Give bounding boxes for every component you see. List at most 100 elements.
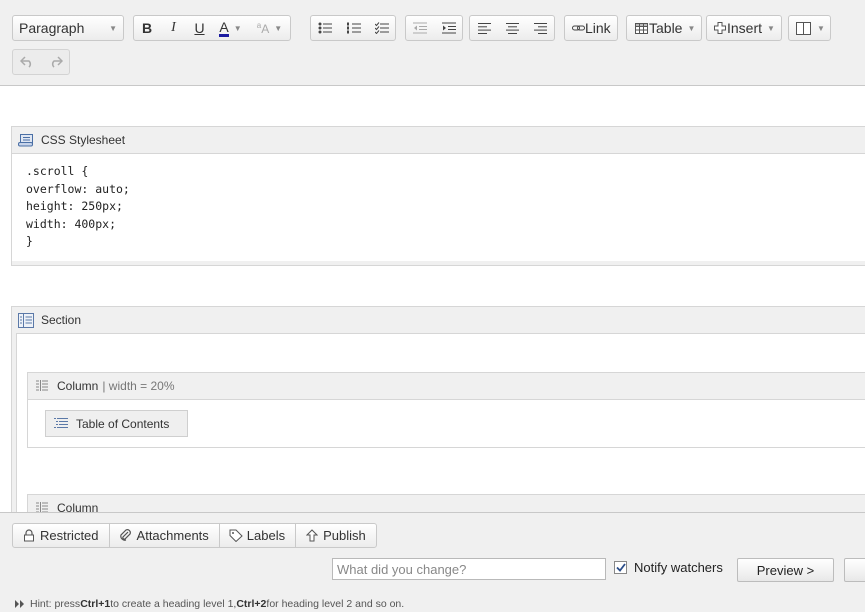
- scroll-icon: [17, 131, 35, 149]
- table-group: Table ▼: [626, 15, 703, 41]
- checkmark-icon: [615, 563, 626, 572]
- lock-icon: [21, 528, 37, 544]
- column-macro-1-title: Column: [57, 379, 99, 393]
- publish-tab[interactable]: Publish: [295, 524, 376, 547]
- numbered-list-button[interactable]: [339, 16, 367, 40]
- column-icon: [33, 377, 51, 395]
- page-layout-button[interactable]: ▼: [789, 16, 830, 40]
- align-right-button[interactable]: [526, 16, 554, 40]
- chevron-down-icon: ▼: [767, 23, 775, 33]
- preview-button[interactable]: Preview >: [737, 558, 834, 582]
- hint-prefix: Hint: press: [30, 598, 81, 610]
- hint-suffix: for heading level 2 and so on.: [266, 598, 405, 610]
- editor-footer: Restricted Attachments Labels Publish No…: [0, 512, 865, 612]
- chevron-down-icon: ▼: [109, 23, 117, 33]
- hint-key-2: Ctrl+2: [236, 598, 267, 610]
- table-button-label: Table: [649, 20, 683, 36]
- align-group: [469, 15, 555, 41]
- format-select[interactable]: Paragraph ▼: [12, 15, 124, 41]
- link-button[interactable]: Link: [565, 16, 617, 40]
- section-macro-header: Section: [12, 307, 865, 333]
- table-of-contents-title: Table of Contents: [76, 416, 170, 431]
- align-right-icon: [532, 19, 549, 37]
- link-group: Link: [564, 15, 618, 41]
- notify-watchers[interactable]: Notify watchers: [614, 560, 723, 575]
- bold-button[interactable]: B: [134, 16, 160, 40]
- table-of-contents-icon: [52, 415, 70, 433]
- paperclip-icon: [118, 528, 134, 544]
- publish-tab-label: Publish: [323, 528, 366, 543]
- redo-icon: [47, 53, 64, 71]
- bold-icon: B: [141, 20, 153, 36]
- attachments-tab[interactable]: Attachments: [108, 524, 219, 547]
- chevron-down-icon: ▼: [817, 23, 825, 33]
- align-left-button[interactable]: [470, 16, 498, 40]
- change-comment-input[interactable]: [332, 558, 606, 580]
- restricted-tab[interactable]: Restricted: [13, 524, 109, 547]
- italic-icon: I: [171, 20, 176, 35]
- indent-button[interactable]: [434, 16, 462, 40]
- save-button[interactable]: [844, 558, 865, 582]
- align-center-button[interactable]: [498, 16, 526, 40]
- text-style-group: B I U A ▼ aA ▼: [133, 15, 291, 41]
- footer-tabs: Restricted Attachments Labels Publish: [12, 523, 377, 548]
- insert-button-label: Insert: [727, 20, 763, 36]
- column-macro-1-param: | width = 20%: [102, 379, 175, 393]
- outdent-button[interactable]: [406, 16, 434, 40]
- table-button[interactable]: Table ▼: [627, 16, 701, 40]
- notify-watchers-checkbox[interactable]: [614, 561, 627, 574]
- page-layout-icon: [794, 19, 812, 37]
- labels-tab-label: Labels: [246, 528, 286, 543]
- css-code: .scroll { overflow: auto; height: 250px;…: [26, 164, 130, 248]
- insert-group: Insert ▼: [706, 15, 782, 41]
- table-icon: [633, 19, 649, 37]
- keyboard-hint: Hint: press Ctrl+1 to create a heading l…: [14, 598, 404, 610]
- chevron-down-icon: ▼: [274, 23, 283, 33]
- css-stylesheet-macro-title: CSS Stylesheet: [41, 133, 126, 147]
- history-group: [12, 49, 70, 75]
- task-list-icon: [373, 19, 390, 37]
- insert-button[interactable]: Insert ▼: [707, 16, 781, 40]
- text-effects-button[interactable]: aA ▼: [248, 16, 290, 40]
- underline-icon: U: [194, 20, 205, 36]
- tag-icon: [228, 528, 244, 544]
- section-macro-title: Section: [41, 313, 82, 327]
- css-stylesheet-code-area[interactable]: .scroll { overflow: auto; height: 250px;…: [12, 153, 865, 261]
- link-button-label: Link: [585, 20, 611, 36]
- link-icon: [571, 19, 585, 37]
- format-select-value: Paragraph: [19, 20, 85, 36]
- numbered-list-icon: [345, 19, 362, 37]
- align-left-icon: [475, 19, 493, 37]
- underline-button[interactable]: U: [186, 16, 212, 40]
- bullet-list-icon: [316, 19, 334, 37]
- format-select-button[interactable]: Paragraph ▼: [13, 16, 123, 40]
- chevron-down-icon: ▼: [233, 23, 242, 33]
- chevron-down-icon: ▼: [687, 23, 696, 33]
- indent-icon: [440, 19, 457, 37]
- redo-button[interactable]: [41, 50, 69, 74]
- plus-icon: [713, 19, 727, 37]
- restricted-tab-label: Restricted: [40, 528, 99, 543]
- italic-button[interactable]: I: [160, 16, 186, 40]
- css-stylesheet-macro[interactable]: CSS Stylesheet .scroll { overflow: auto;…: [11, 126, 865, 266]
- editor-toolbar: Paragraph ▼ B I U A ▼ aA ▼ Link Table ▼ …: [0, 0, 865, 86]
- undo-button[interactable]: [13, 50, 41, 74]
- hint-key-1: Ctrl+1: [80, 598, 111, 610]
- column-macro-1-header: Column | width = 20%: [28, 373, 865, 399]
- bullet-list-button[interactable]: [311, 16, 339, 40]
- labels-tab[interactable]: Labels: [218, 524, 295, 547]
- text-color-button[interactable]: A ▼: [212, 16, 248, 40]
- task-list-button[interactable]: [367, 16, 395, 40]
- hint-middle: to create a heading level 1,: [110, 598, 237, 610]
- page-layout-group: ▼: [788, 15, 831, 41]
- list-group: [310, 15, 396, 41]
- css-stylesheet-macro-header: CSS Stylesheet: [12, 127, 865, 153]
- upload-arrow-icon: [304, 528, 320, 544]
- undo-icon: [18, 53, 36, 71]
- text-color-icon: A: [219, 18, 229, 37]
- table-of-contents-macro[interactable]: Table of Contents: [45, 410, 188, 437]
- text-effects-icon: aA: [256, 20, 270, 36]
- double-chevron-right-icon: [14, 598, 26, 610]
- indent-group: [405, 15, 463, 41]
- section-icon: [17, 311, 35, 329]
